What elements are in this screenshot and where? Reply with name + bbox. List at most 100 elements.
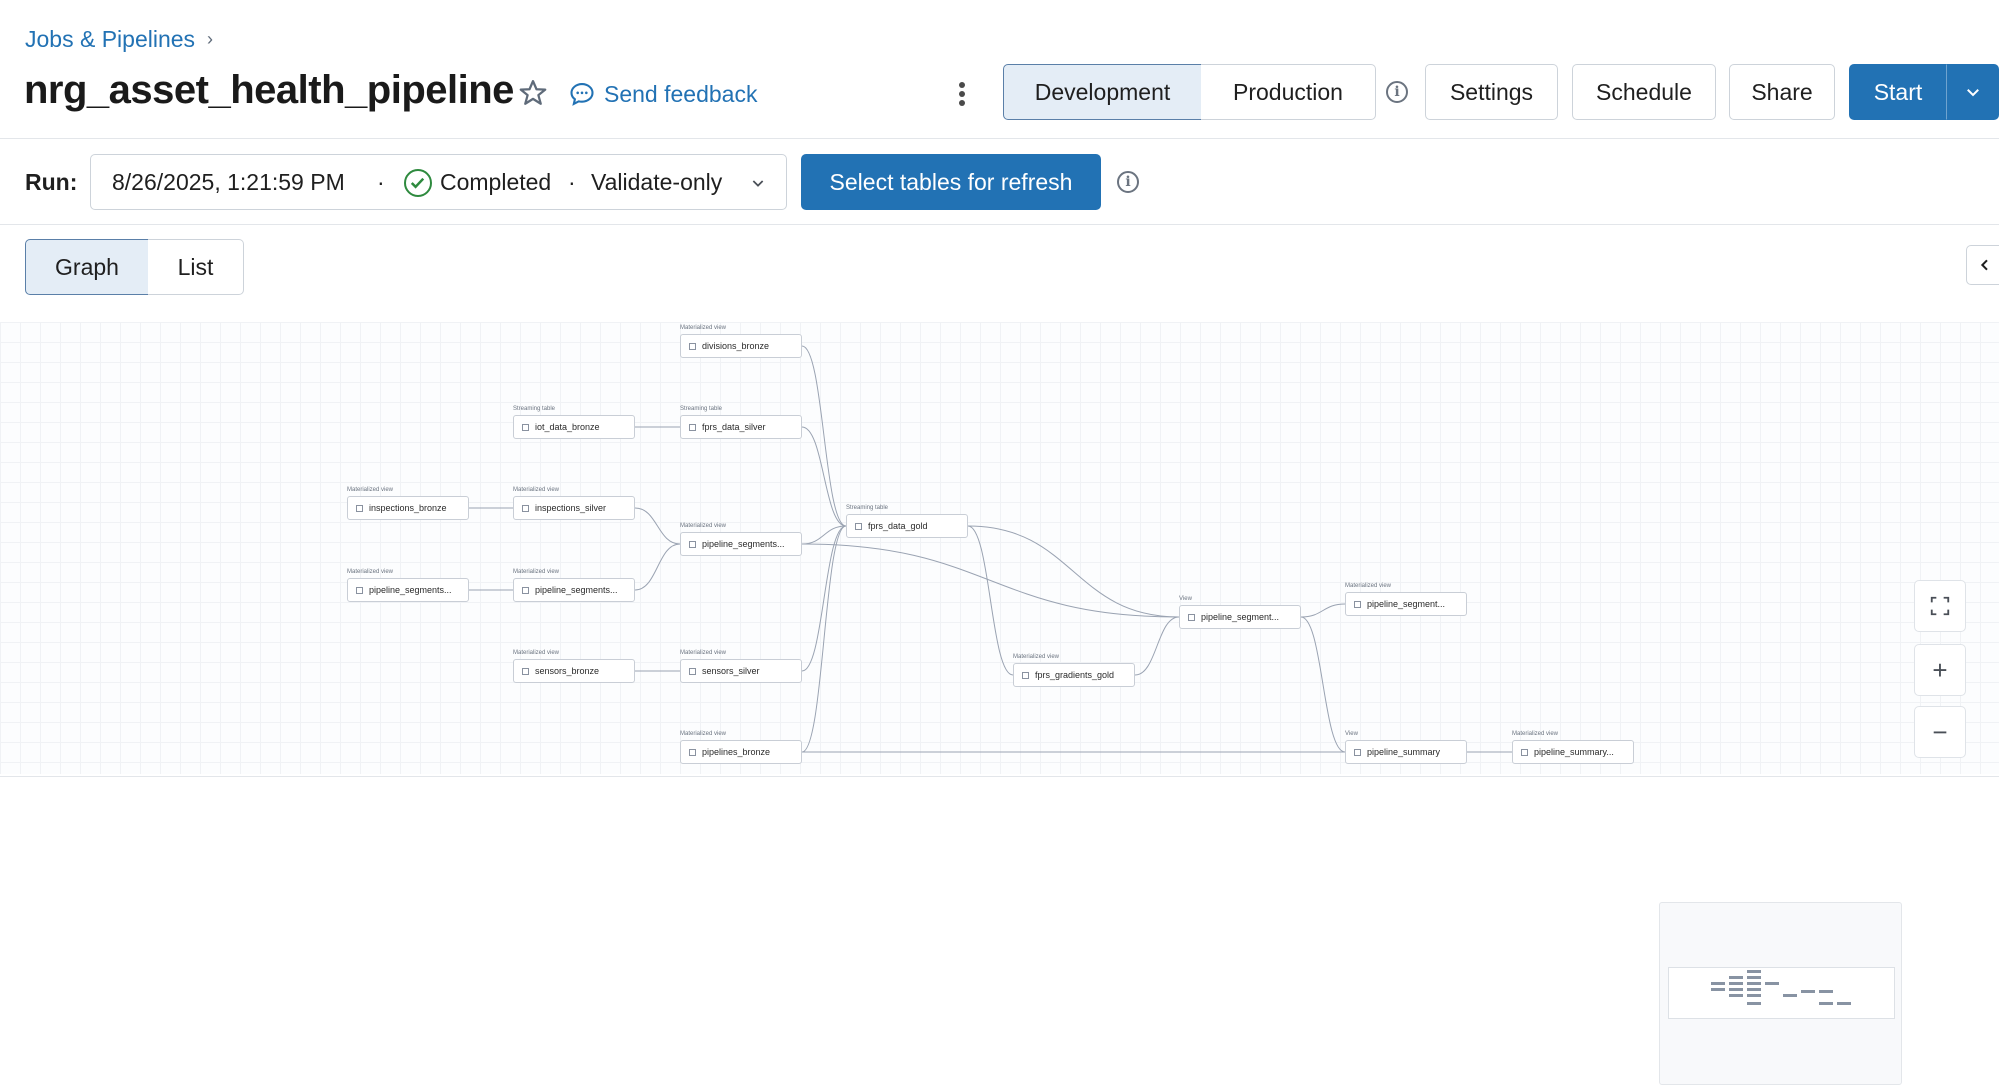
graph-edge: [1134, 616, 1180, 676]
graph-node-pipeline-segments-raw[interactable]: pipeline_segments...: [513, 578, 635, 602]
graph-node-type-label: Streaming table: [846, 505, 889, 511]
graph-node-type-label: Materialized view: [680, 325, 727, 331]
fit-view-button[interactable]: [1914, 580, 1966, 632]
table-icon: [1354, 748, 1361, 756]
graph-edge: [1300, 603, 1346, 618]
run-separator-2: ·: [568, 169, 576, 195]
chevron-right-icon: ›: [207, 29, 214, 49]
settings-button[interactable]: Settings: [1425, 64, 1558, 120]
run-label: Run:: [25, 169, 78, 195]
more-options-icon[interactable]: [950, 78, 974, 110]
production-mode-button[interactable]: Production: [1201, 64, 1376, 120]
graph-node-fprs-data-silver[interactable]: fprs_data_silver: [680, 415, 802, 439]
graph-edge: [1300, 616, 1346, 753]
breadcrumb-link-jobs-pipelines[interactable]: Jobs & Pipelines: [25, 26, 195, 53]
run-mode: Validate-only: [591, 169, 723, 195]
graph-node-type-label: Materialized view: [1013, 654, 1060, 660]
graph-node-pipeline-segments-silver[interactable]: pipeline_segments...: [680, 532, 802, 556]
graph-node-label: fprs_gradients_gold: [1035, 670, 1115, 680]
graph-node-label: pipeline_segments...: [535, 585, 618, 595]
graph-node-pipeline-segment-view[interactable]: pipeline_segment...: [1179, 605, 1301, 629]
pipeline-graph-canvas[interactable]: Materialized view divisions_bronze Streami…: [0, 322, 1999, 1085]
graph-edge: [634, 507, 681, 545]
graph-node-label: sensors_bronze: [535, 666, 600, 676]
graph-node-type-label: Streaming table: [680, 406, 723, 412]
graph-node-pipelines-bronze[interactable]: pipelines_bronze: [680, 740, 802, 764]
graph-node-label: pipelines_bronze: [702, 747, 771, 757]
table-icon: [689, 748, 696, 756]
graph-node-sensors-silver[interactable]: sensors_silver: [680, 659, 802, 683]
share-button[interactable]: Share: [1729, 64, 1835, 120]
graph-node-iot-data-bronze[interactable]: iot_data_bronze: [513, 415, 635, 439]
refresh-info-icon[interactable]: i: [1117, 171, 1139, 193]
graph-node-type-label: Materialized view: [347, 569, 394, 575]
table-icon: [522, 586, 529, 594]
graph-node-label: pipeline_segments...: [702, 539, 785, 549]
table-icon: [522, 667, 529, 675]
graph-node-type-label: Materialized view: [680, 523, 727, 529]
graph-node-type-label: Materialized view: [513, 569, 560, 575]
graph-node-label: pipeline_summary: [1367, 747, 1441, 757]
collapse-panel-button[interactable]: [1966, 245, 1999, 285]
star-icon[interactable]: [518, 78, 548, 108]
table-icon: [1022, 671, 1029, 679]
graph-node-label: pipeline_segment...: [1201, 612, 1280, 622]
page-title: nrg_asset_health_pipeline: [24, 68, 514, 112]
graph-node-type-label: View: [1179, 596, 1192, 602]
graph-edge: [801, 525, 847, 753]
graph-node-pipeline-segment-mv[interactable]: pipeline_segment...: [1345, 592, 1467, 616]
graph-edge: [967, 525, 1180, 618]
send-feedback-link[interactable]: Send feedback: [568, 80, 757, 108]
graph-node-inspections-bronze[interactable]: inspections_bronze: [347, 496, 469, 520]
chat-bubble-icon: [570, 83, 594, 106]
start-options-button[interactable]: [1946, 64, 1999, 120]
mode-info-icon[interactable]: i: [1386, 81, 1408, 103]
graph-node-pipeline-summary[interactable]: pipeline_summary: [1345, 740, 1467, 764]
graph-node-type-label: Materialized view: [1512, 731, 1559, 737]
graph-view-tab[interactable]: Graph: [25, 239, 149, 295]
graph-node-type-label: View: [1345, 731, 1358, 737]
graph-node-label: sensors_silver: [702, 666, 760, 676]
chevron-left-icon: [1980, 259, 1988, 271]
graph-minimap[interactable]: [1659, 902, 1902, 1085]
schedule-button[interactable]: Schedule: [1572, 64, 1716, 120]
graph-node-label: inspections_silver: [535, 503, 607, 513]
fullscreen-icon: [1930, 596, 1950, 616]
table-icon: [356, 504, 363, 512]
graph-node-label: divisions_bronze: [702, 341, 770, 351]
zoom-out-button[interactable]: −: [1914, 706, 1966, 758]
table-icon: [689, 423, 696, 431]
graph-node-type-label: Materialized view: [1345, 583, 1392, 589]
graph-edges: [469, 345, 1512, 753]
graph-node-fprs-gradients-gold[interactable]: fprs_gradients_gold: [1013, 663, 1135, 687]
run-timestamp: 8/26/2025, 1:21:59 PM: [112, 169, 345, 195]
graph-node-type-label: Materialized view: [680, 650, 727, 656]
list-view-tab[interactable]: List: [148, 239, 244, 295]
graph-node-inspections-silver[interactable]: inspections_silver: [513, 496, 635, 520]
graph-node-type-label: Materialized view: [347, 487, 394, 493]
send-feedback-label: Send feedback: [604, 80, 758, 107]
select-tables-refresh-button[interactable]: Select tables for refresh: [801, 154, 1101, 210]
table-icon: [1188, 613, 1195, 621]
table-icon: [689, 342, 696, 350]
graph-node-type-label: Streaming table: [513, 406, 556, 412]
graph-node-fprs-data-gold[interactable]: fprs_data_gold: [846, 514, 968, 538]
zoom-in-button[interactable]: +: [1914, 644, 1966, 696]
graph-node-type-label: Materialized view: [513, 487, 560, 493]
graph-edge: [801, 525, 847, 672]
run-selector[interactable]: 8/26/2025, 1:21:59 PM · Completed · Vali…: [90, 154, 787, 210]
graph-node-label: pipeline_summary...: [1534, 747, 1614, 757]
graph-node-pipeline-segments-bronze[interactable]: pipeline_segments...: [347, 578, 469, 602]
graph-node-sensors-bronze[interactable]: sensors_bronze: [513, 659, 635, 683]
minimap-viewport: [1668, 967, 1895, 1019]
table-icon: [356, 586, 363, 594]
chevron-down-icon: [1966, 89, 1979, 97]
start-button[interactable]: Start: [1849, 64, 1947, 120]
table-icon: [1354, 600, 1361, 608]
graph-node-divisions-bronze[interactable]: divisions_bronze: [680, 334, 802, 358]
graph-node-label: pipeline_segment...: [1367, 599, 1446, 609]
development-mode-button[interactable]: Development: [1003, 64, 1202, 120]
graph-node-pipeline-summary-mv[interactable]: pipeline_summary...: [1512, 740, 1634, 764]
graph-edge: [634, 543, 681, 591]
table-icon: [1521, 748, 1528, 756]
